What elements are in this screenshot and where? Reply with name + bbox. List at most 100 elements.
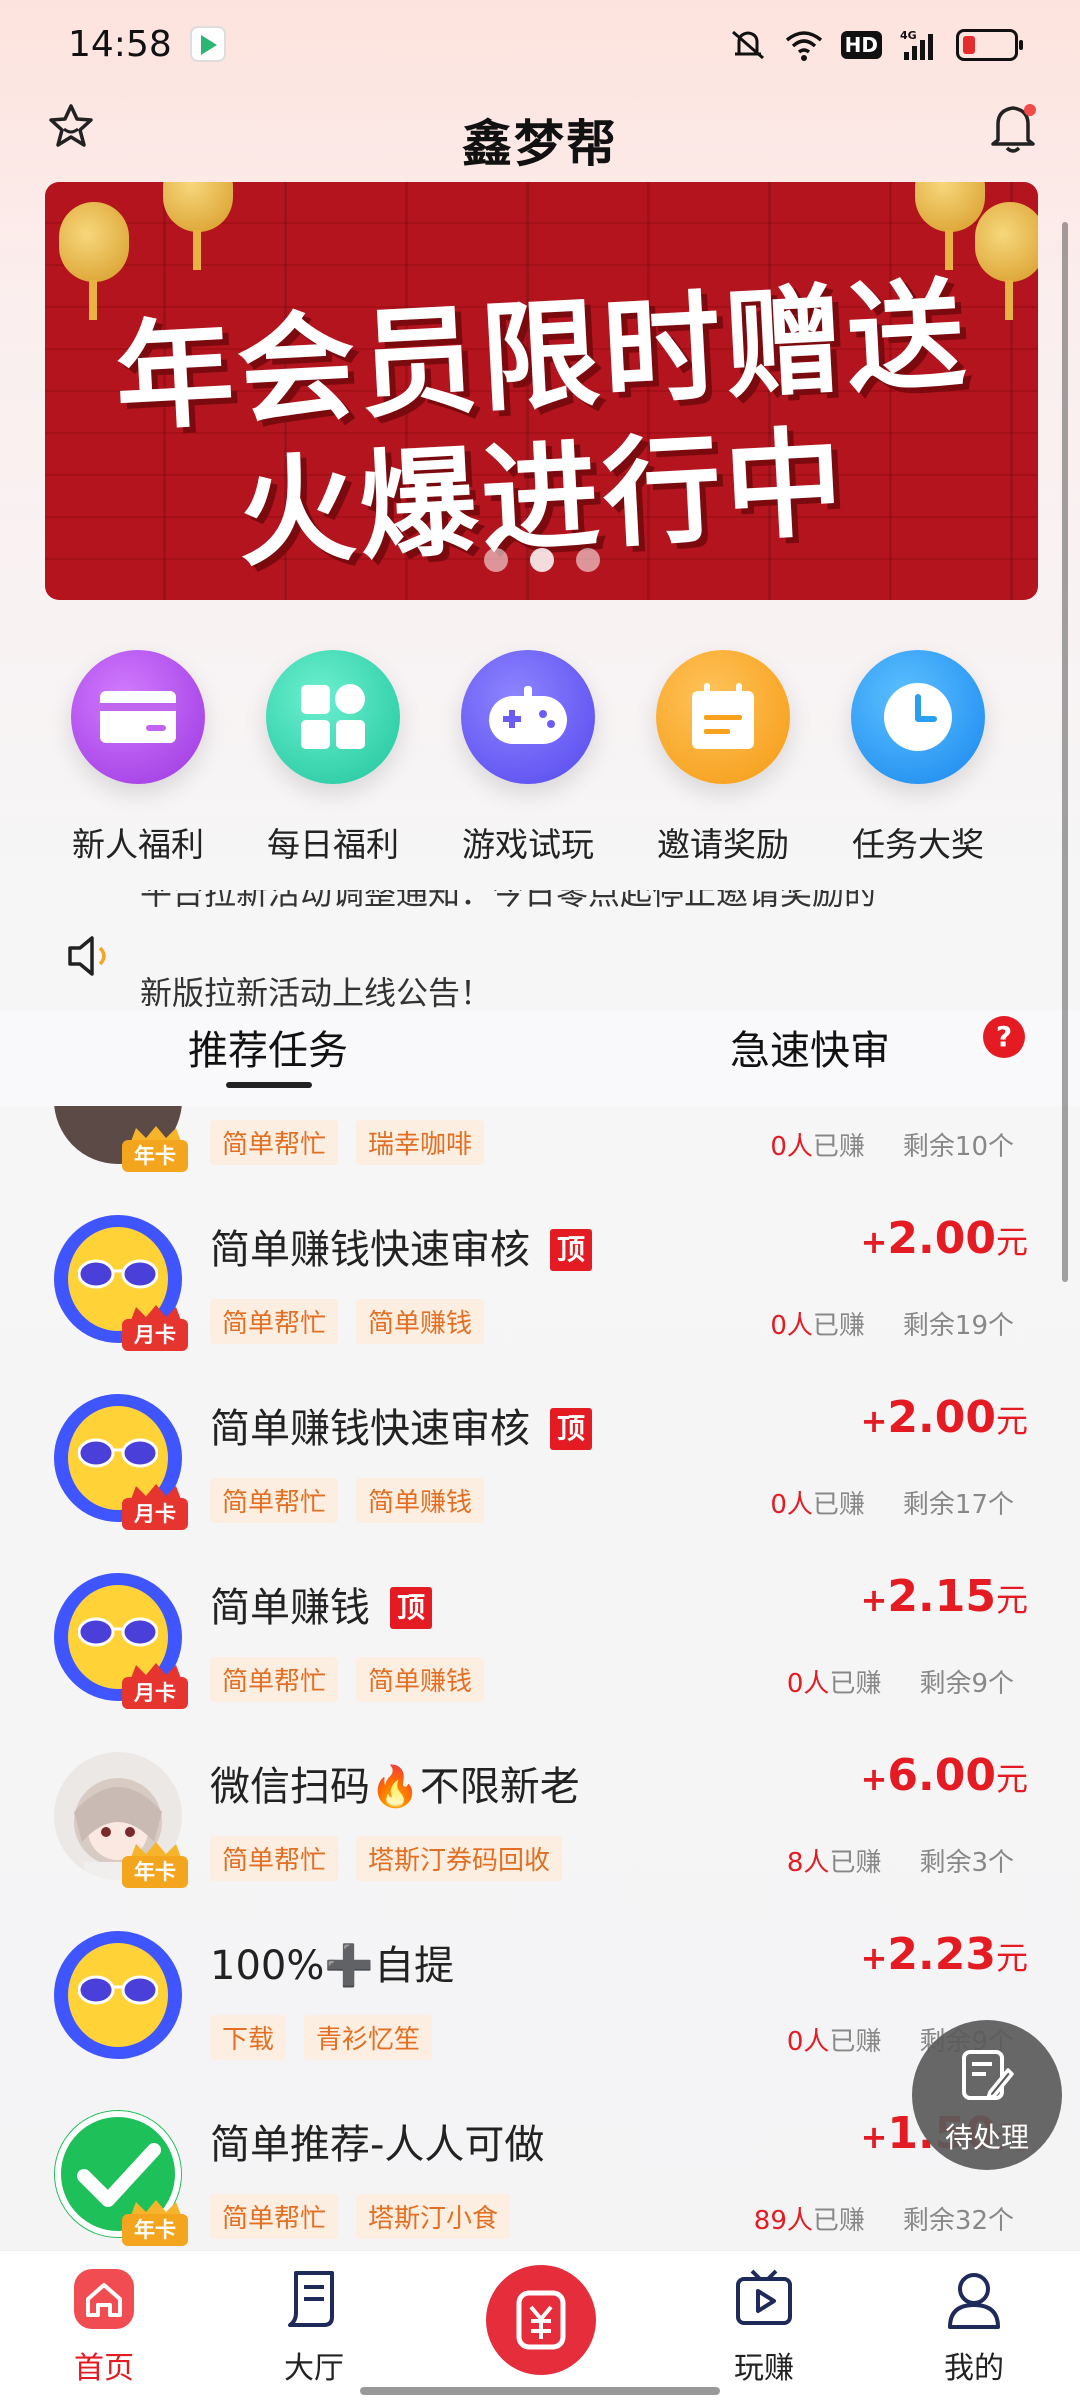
scrollbar[interactable]: [1062, 222, 1068, 1282]
nav-mine-label: 我的: [944, 2351, 1004, 2386]
month-card-badge: 月卡: [122, 1663, 192, 1709]
pending-label: 待处理: [944, 2121, 1029, 2154]
task-title: 微信扫码🔥不限新老: [210, 1764, 580, 1810]
home-indicator[interactable]: [360, 2387, 720, 2395]
pinned-top-badge: 顶: [550, 1229, 592, 1271]
task-title: 100%➕自提: [210, 1943, 455, 1989]
promo-banner[interactable]: 年会员限时赠送 火爆进行中: [45, 182, 1038, 600]
task-tabs: 推荐任务 急速快审 ?: [0, 1010, 1080, 1106]
signal-icon: 4G: [900, 29, 933, 60]
tab-recommended[interactable]: 推荐任务: [188, 1018, 348, 1076]
task-stats: 0人已赚剩余9个: [786, 1669, 1014, 1699]
video-play-icon: [736, 2269, 792, 2325]
banner-dot-active[interactable]: [529, 548, 554, 572]
nav-play-label: 玩赚: [734, 2351, 794, 2386]
task-stats: 0人已赚 剩余19个: [770, 1311, 1014, 1341]
banner-dot[interactable]: [483, 548, 508, 572]
status-bar: 14:58 HD 4G: [0, 0, 1080, 90]
task-tag: 简单帮忙: [210, 1299, 339, 1344]
nav-home-label: 首页: [74, 2351, 134, 2386]
pending-tasks-button[interactable]: 待处理: [912, 2020, 1062, 2170]
task-row[interactable]: 年卡 微信扫码🔥不限新老 简单帮忙 塔斯汀券码回收 +6.00元 8人已赚 剩余3…: [0, 1724, 1080, 1903]
task-row[interactable]: 月卡 简单赚钱快速审核顶 简单帮忙 简单赚钱 +2.00元 0人已赚 剩余17个: [0, 1366, 1080, 1545]
task-tag: 简单帮忙: [210, 1120, 339, 1165]
edit-note-icon: [962, 2050, 1014, 2100]
app-notification-icon: [190, 26, 226, 62]
svg-text:4G: 4G: [900, 29, 917, 42]
task-reward: +2.00元: [860, 1392, 1028, 1443]
nav-mine[interactable]: 我的: [914, 2267, 1034, 2387]
year-card-badge: 年卡: [122, 2200, 192, 2246]
quick-action-grand-prize[interactable]: 任务大奖: [823, 650, 1013, 866]
status-time: 14:58: [68, 24, 172, 65]
task-row[interactable]: 年卡 简单帮忙 瑞幸咖啡 0人已赚 剩余10个: [0, 1106, 1080, 1187]
task-tag: 简单帮忙: [210, 2194, 339, 2239]
nav-hall[interactable]: 大厅: [254, 2267, 374, 2387]
task-reward: +2.15元: [860, 1571, 1028, 1622]
nav-play-earn[interactable]: 玩赚: [704, 2267, 824, 2387]
battery-icon: [956, 29, 1023, 61]
task-stats: 89人已赚 剩余32个: [753, 2206, 1014, 2236]
banner-pagination: [45, 548, 1038, 572]
tab-active-indicator: [226, 1082, 312, 1088]
pinned-top-badge: 顶: [390, 1587, 432, 1629]
task-tags: 简单帮忙 瑞幸咖啡: [210, 1120, 485, 1165]
task-tag: 下载: [210, 2015, 287, 2060]
quick-action-newcomer[interactable]: 新人福利: [43, 650, 233, 866]
task-tags: 下载 青衫忆笙: [210, 2015, 433, 2060]
task-tag: 简单赚钱: [356, 1657, 485, 1702]
year-card-badge: 年卡: [122, 1842, 192, 1888]
banner-dot[interactable]: [575, 548, 600, 572]
task-stats: 0人已赚 剩余17个: [770, 1490, 1014, 1520]
task-tag: 简单帮忙: [210, 1657, 339, 1702]
task-reward: +6.00元: [860, 1750, 1028, 1801]
task-tags: 简单帮忙 塔斯汀券码回收: [210, 1836, 563, 1881]
app-header: 鑫梦帮: [0, 90, 1080, 185]
quick-action-label: 新人福利: [72, 825, 204, 864]
task-tag: 塔斯汀券码回收: [356, 1836, 563, 1881]
quick-action-daily[interactable]: 每日福利: [238, 650, 428, 866]
quick-action-game[interactable]: 游戏试玩: [433, 650, 623, 866]
task-tag: 瑞幸咖啡: [356, 1120, 485, 1165]
task-row[interactable]: 月卡 简单赚钱 顶 简单帮忙 简单赚钱 +2.15元 0人已赚 剩余9个: [0, 1545, 1080, 1724]
task-reward: +2.23元: [860, 1929, 1028, 1980]
task-tag: 简单赚钱: [356, 1478, 485, 1523]
help-icon[interactable]: ?: [983, 1016, 1025, 1058]
quick-action-invite[interactable]: 邀请奖励: [628, 650, 818, 866]
quick-action-label: 游戏试玩: [462, 825, 594, 864]
notification-bell-button[interactable]: [988, 100, 1038, 156]
task-title: 简单推荐-人人可做: [210, 2122, 545, 2168]
home-icon: [74, 2269, 134, 2329]
task-tag: 塔斯汀小食: [356, 2194, 511, 2239]
task-tags: 简单帮忙 简单赚钱: [210, 1478, 485, 1523]
task-tag: 简单帮忙: [210, 1478, 339, 1523]
task-row[interactable]: 100%➕自提 下载 青衫忆笙 +2.23元 0人已赚剩余9个: [0, 1903, 1080, 2082]
mute-icon: [731, 30, 764, 60]
quick-actions: 新人福利 每日福利 游戏试玩 邀请奖励 任务大奖: [0, 650, 1080, 880]
task-tags: 简单帮忙 简单赚钱: [210, 1657, 485, 1702]
task-row[interactable]: 月卡 简单赚钱快速审核顶 简单帮忙 简单赚钱 +2.00元 0人已赚 剩余19个: [0, 1187, 1080, 1366]
task-tags: 简单帮忙 简单赚钱: [210, 1299, 485, 1344]
task-tags: 简单帮忙 塔斯汀小食: [210, 2194, 511, 2239]
announcement-text: 新版拉新活动上线公告！: [140, 974, 493, 1012]
nav-home[interactable]: 首页: [44, 2267, 164, 2387]
task-tag: 简单帮忙: [210, 1836, 339, 1881]
announcement-bar[interactable]: 平台拉新活动调整通知：今日零点起停止邀请奖励的 新版拉新活动上线公告！: [0, 890, 1080, 1020]
task-stats: 8人已赚 剩余3个: [786, 1848, 1014, 1878]
announcement-previous: 平台拉新活动调整通知：今日零点起停止邀请奖励的: [140, 890, 877, 912]
bottom-navigation: 首页 大厅 玩赚 我的: [0, 2250, 1080, 2400]
lantern-icon: [59, 202, 129, 320]
year-card-badge: 年卡: [122, 1126, 192, 1172]
nav-hall-label: 大厅: [284, 2351, 344, 2386]
tab-fast-review[interactable]: 急速快审: [730, 1018, 890, 1076]
quick-action-label: 邀请奖励: [657, 825, 789, 864]
scroll-list-icon: [288, 2271, 334, 2327]
user-icon: [948, 2273, 1000, 2329]
nav-earn-center-button[interactable]: [486, 2265, 596, 2375]
month-card-badge: 月卡: [122, 1305, 192, 1351]
grid-icon: [266, 650, 400, 784]
task-avatar: [54, 1931, 182, 2059]
quick-action-label: 任务大奖: [852, 825, 984, 864]
hd-icon: HD: [840, 31, 882, 59]
task-tag: 青衫忆笙: [304, 2015, 433, 2060]
